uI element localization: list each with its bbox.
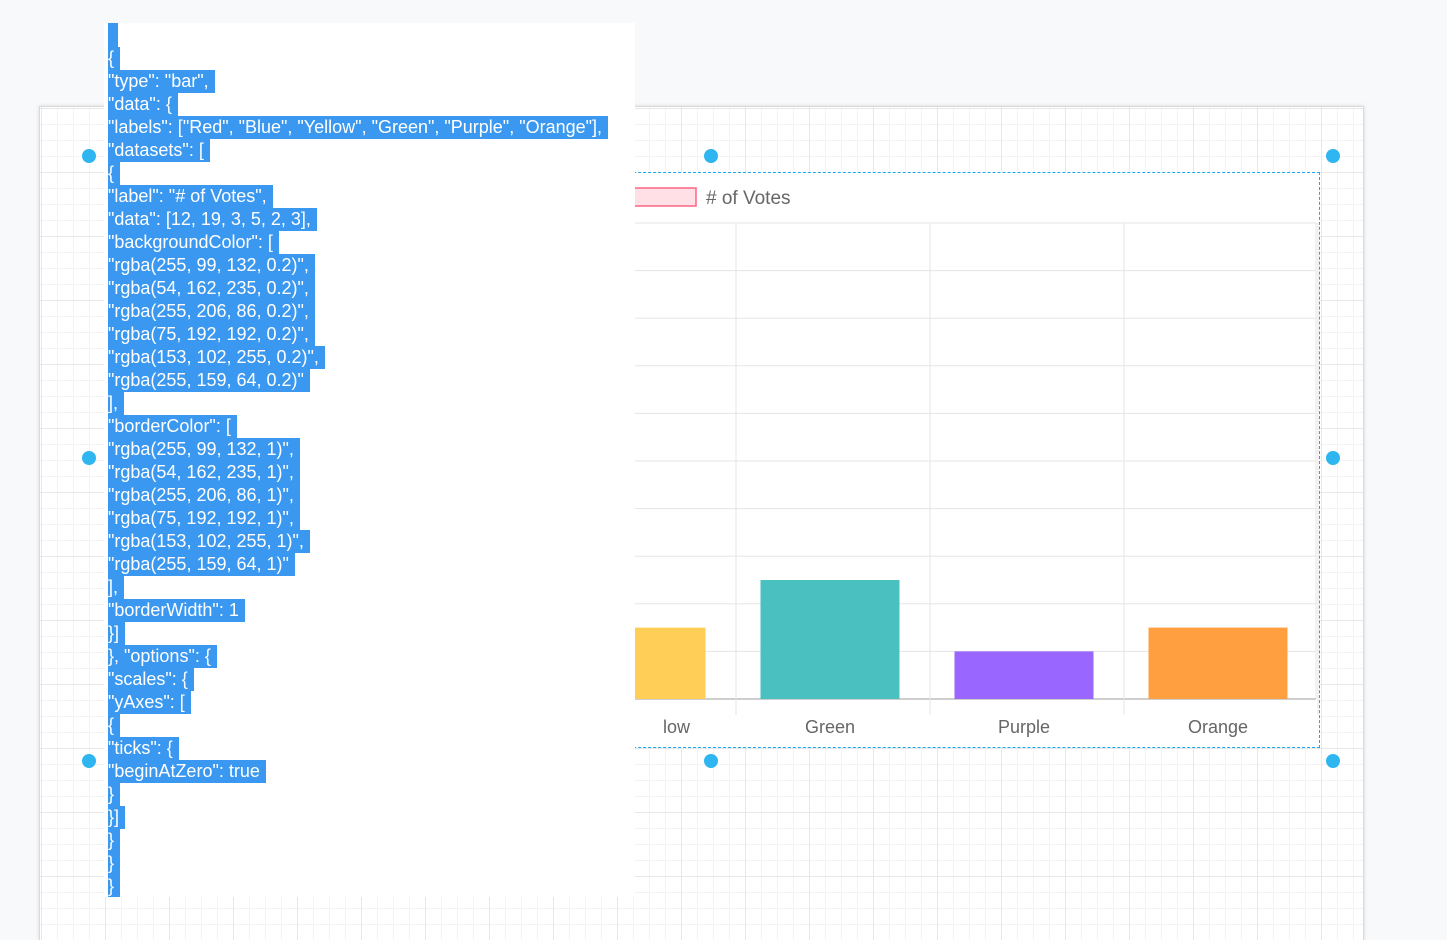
resize-handle-right[interactable] bbox=[1326, 451, 1340, 465]
code-line-text: { bbox=[108, 714, 121, 737]
code-line-text: }, "options": { bbox=[108, 645, 217, 668]
code-line-text: "yAxes": [ bbox=[108, 691, 191, 714]
x-tick-label: Orange bbox=[1188, 717, 1248, 737]
code-line-text: "borderColor": [ bbox=[108, 415, 237, 438]
x-tick-label: Green bbox=[805, 717, 855, 737]
code-line: "data": [12, 19, 3, 5, 2, 3], bbox=[108, 208, 608, 231]
code-line: "rgba(54, 162, 235, 0.2)", bbox=[108, 277, 608, 300]
code-line-text: } bbox=[108, 783, 121, 806]
resize-handle-top-left[interactable] bbox=[82, 149, 96, 163]
code-line: "rgba(255, 159, 64, 1)" bbox=[108, 553, 608, 576]
code-line: "beginAtZero": true bbox=[108, 760, 608, 783]
code-line: "rgba(153, 102, 255, 1)", bbox=[108, 530, 608, 553]
code-line: "borderColor": [ bbox=[108, 415, 608, 438]
code-line: } bbox=[108, 852, 608, 875]
code-line: "rgba(255, 99, 132, 1)", bbox=[108, 438, 608, 461]
code-line-text: "scales": { bbox=[108, 668, 194, 691]
bar-orange bbox=[1148, 627, 1288, 699]
code-line: "scales": { bbox=[108, 668, 608, 691]
code-line-text: "rgba(255, 159, 64, 0.2)" bbox=[108, 369, 310, 392]
code-line-text: "rgba(75, 192, 192, 1)", bbox=[108, 507, 300, 530]
code-line-text: ], bbox=[108, 576, 125, 599]
code-line: "labels": ["Red", "Blue", "Yellow", "Gre… bbox=[108, 116, 609, 139]
code-line-text: "rgba(153, 102, 255, 1)", bbox=[108, 530, 310, 553]
code-line: "label": "# of Votes", bbox=[108, 185, 608, 208]
code-line-text: "rgba(255, 206, 86, 0.2)", bbox=[108, 300, 315, 323]
code-line-text: "rgba(255, 99, 132, 1)", bbox=[108, 438, 300, 461]
code-line: "rgba(255, 99, 132, 0.2)", bbox=[108, 254, 608, 277]
code-line: "borderWidth": 1 bbox=[108, 599, 608, 622]
code-line-text: "rgba(255, 99, 132, 0.2)", bbox=[108, 254, 315, 277]
code-line-text: "rgba(255, 206, 86, 1)", bbox=[108, 484, 300, 507]
code-line: }] bbox=[108, 622, 608, 645]
code-line-text: } bbox=[108, 829, 121, 852]
code-line-text: }] bbox=[108, 806, 126, 829]
resize-handle-bottom[interactable] bbox=[704, 754, 718, 768]
code-line: "rgba(75, 192, 192, 1)", bbox=[108, 507, 608, 530]
bar-green bbox=[760, 580, 900, 699]
code-line: "type": "bar", bbox=[108, 70, 608, 93]
code-line: "datasets": [ bbox=[108, 139, 608, 162]
code-line: "rgba(255, 159, 64, 0.2)" bbox=[108, 369, 608, 392]
code-line: }, "options": { bbox=[108, 645, 608, 668]
code-line: { bbox=[108, 714, 608, 737]
code-line: "rgba(255, 206, 86, 0.2)", bbox=[108, 300, 608, 323]
resize-handle-bottom-left[interactable] bbox=[82, 754, 96, 768]
code-line-text: "rgba(153, 102, 255, 0.2)", bbox=[108, 346, 325, 369]
bar-purple bbox=[954, 651, 1094, 699]
code-line-text: "rgba(54, 162, 235, 1)", bbox=[108, 461, 300, 484]
code-line-text: "data": { bbox=[108, 93, 178, 116]
code-line-text: "borderWidth": 1 bbox=[108, 599, 245, 622]
code-line: ], bbox=[108, 576, 608, 599]
code-line: "data": { bbox=[108, 93, 608, 116]
code-line: } bbox=[108, 875, 608, 897]
x-tick-label: Purple bbox=[998, 717, 1050, 737]
code-line-text: }] bbox=[108, 622, 126, 645]
code-line-text: "labels": ["Red", "Blue", "Yellow", "Gre… bbox=[108, 116, 609, 139]
code-line-text: "label": "# of Votes", bbox=[108, 185, 273, 208]
code-line-text: } bbox=[108, 875, 121, 897]
code-line: } bbox=[108, 829, 608, 852]
code-line: "rgba(255, 206, 86, 1)", bbox=[108, 484, 608, 507]
code-line-text: "backgroundColor": [ bbox=[108, 231, 279, 254]
code-line-text: "type": "bar", bbox=[108, 70, 215, 93]
code-editor-panel[interactable]: {"type": "bar", "data": {"labels": ["Red"… bbox=[104, 23, 635, 897]
code-line-text: ], bbox=[108, 392, 125, 415]
code-line-text: "datasets": [ bbox=[108, 139, 210, 162]
code-line-text: "rgba(75, 192, 192, 0.2)", bbox=[108, 323, 315, 346]
code-line-text: } bbox=[108, 852, 121, 875]
text-caret bbox=[108, 23, 118, 47]
code-line: "ticks": { bbox=[108, 737, 608, 760]
code-line-text: "rgba(54, 162, 235, 0.2)", bbox=[108, 277, 315, 300]
code-line: "rgba(75, 192, 192, 0.2)", bbox=[108, 323, 608, 346]
code-line: }] bbox=[108, 806, 608, 829]
code-line-text: { bbox=[108, 162, 121, 185]
code-text[interactable]: {"type": "bar", "data": {"labels": ["Red"… bbox=[108, 47, 609, 897]
x-tick-label: low bbox=[663, 717, 691, 737]
code-line-text: "rgba(255, 159, 64, 1)" bbox=[108, 553, 295, 576]
resize-handle-top[interactable] bbox=[704, 149, 718, 163]
code-line: "rgba(153, 102, 255, 0.2)", bbox=[108, 346, 608, 369]
code-line-text: "data": [12, 19, 3, 5, 2, 3], bbox=[108, 208, 317, 231]
legend-label: # of Votes bbox=[706, 188, 791, 209]
code-line-text: "beginAtZero": true bbox=[108, 760, 266, 783]
code-line: "yAxes": [ bbox=[108, 691, 608, 714]
resize-handle-top-right[interactable] bbox=[1326, 149, 1340, 163]
code-line: { bbox=[108, 162, 608, 185]
code-line: "backgroundColor": [ bbox=[108, 231, 608, 254]
code-line: } bbox=[108, 783, 608, 806]
resize-handle-left[interactable] bbox=[82, 451, 96, 465]
code-line: ], bbox=[108, 392, 608, 415]
resize-handle-bottom-right[interactable] bbox=[1326, 754, 1340, 768]
code-line-text: "ticks": { bbox=[108, 737, 179, 760]
code-line: { bbox=[108, 47, 608, 70]
code-line-text: { bbox=[108, 47, 121, 70]
code-line: "rgba(54, 162, 235, 1)", bbox=[108, 461, 608, 484]
